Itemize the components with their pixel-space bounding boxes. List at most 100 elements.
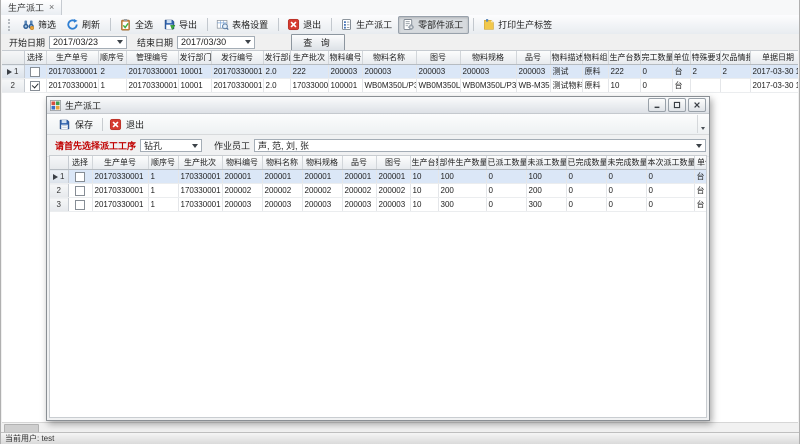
cell[interactable]: 200002: [222, 184, 262, 198]
cell[interactable]: 10: [410, 184, 438, 198]
cell[interactable]: WB0M350L/P30086: [460, 79, 516, 93]
cell[interactable]: 20170330001: [46, 65, 98, 79]
cell[interactable]: 200003: [342, 198, 376, 212]
column-header[interactable]: 图号: [376, 156, 410, 170]
cell[interactable]: 200003: [222, 198, 262, 212]
cell[interactable]: 0: [606, 184, 646, 198]
column-header[interactable]: 品号: [342, 156, 376, 170]
column-header[interactable]: 已派工数量: [486, 156, 526, 170]
cell[interactable]: 200003: [328, 65, 362, 79]
cell[interactable]: 200002: [376, 184, 410, 198]
row-header[interactable]: 2: [50, 184, 68, 198]
cell[interactable]: 台: [694, 184, 707, 198]
column-header[interactable]: 物料规格: [460, 51, 516, 65]
cell[interactable]: 0: [566, 184, 606, 198]
cell[interactable]: 原料: [582, 79, 608, 93]
column-header[interactable]: 顺序号: [148, 156, 178, 170]
cell[interactable]: 2017-03-30 13:04: [750, 79, 798, 93]
row-checkbox[interactable]: [75, 186, 85, 196]
cell[interactable]: 222: [290, 65, 328, 79]
column-header[interactable]: 物料名称: [362, 51, 416, 65]
minimize-button[interactable]: [648, 98, 666, 112]
cell[interactable]: 10001: [178, 79, 211, 93]
row-header[interactable]: 2: [2, 79, 24, 93]
column-header[interactable]: 物料规格: [302, 156, 342, 170]
column-header[interactable]: 未派工数量: [526, 156, 566, 170]
cell[interactable]: 200001: [222, 170, 262, 184]
cell[interactable]: 10001: [178, 65, 211, 79]
cell[interactable]: 台: [672, 79, 690, 93]
cell[interactable]: 台: [694, 170, 707, 184]
column-header[interactable]: 单据日期: [750, 51, 798, 65]
cell[interactable]: 测试物料: [550, 79, 582, 93]
column-header[interactable]: 管理编号: [126, 51, 178, 65]
exit-button[interactable]: 退出: [283, 16, 327, 34]
cell[interactable]: 170330001: [290, 79, 328, 93]
cell[interactable]: 100: [526, 170, 566, 184]
column-header[interactable]: 生产批次: [290, 51, 328, 65]
parts-dispatch-toggle[interactable]: 零部件派工: [398, 16, 469, 34]
cell[interactable]: 200003: [460, 65, 516, 79]
cell[interactable]: 2.0: [263, 79, 290, 93]
cell[interactable]: 20170330001: [211, 65, 263, 79]
cell[interactable]: [720, 79, 750, 93]
cell[interactable]: 300: [438, 198, 486, 212]
cell[interactable]: 2: [98, 65, 126, 79]
cell[interactable]: 170330001: [178, 184, 222, 198]
cell[interactable]: 0: [486, 184, 526, 198]
column-header[interactable]: 顺序号: [98, 51, 126, 65]
tab-close-icon[interactable]: ×: [49, 3, 54, 12]
cell[interactable]: 0: [640, 65, 672, 79]
tab-production-dispatch[interactable]: 生产派工 ×: [1, 0, 62, 15]
column-header[interactable]: 完工数量: [640, 51, 672, 65]
cell[interactable]: 20170330001: [92, 170, 148, 184]
row-header[interactable]: 1: [50, 170, 68, 184]
cell[interactable]: 0: [640, 79, 672, 93]
row-header[interactable]: 3: [50, 198, 68, 212]
operator-combo[interactable]: 声, 范, 刘, 张: [254, 139, 706, 152]
production-dispatch-toggle[interactable]: 生产派工: [336, 16, 398, 34]
row-checkbox[interactable]: [30, 67, 40, 77]
column-header[interactable]: 发行编号: [211, 51, 263, 65]
row-checkbox[interactable]: [75, 200, 85, 210]
column-header[interactable]: 物料组: [582, 51, 608, 65]
cell[interactable]: 0: [646, 198, 694, 212]
column-header[interactable]: 本次派工数量: [646, 156, 694, 170]
cell[interactable]: 10: [410, 170, 438, 184]
cell[interactable]: 10: [608, 79, 640, 93]
refresh-button[interactable]: 刷新: [62, 16, 106, 34]
cell[interactable]: WB0M350L/P30086: [362, 79, 416, 93]
column-header[interactable]: 选择: [24, 51, 46, 65]
column-header[interactable]: 生产台数: [608, 51, 640, 65]
cell[interactable]: 170330001: [178, 170, 222, 184]
dialog-titlebar[interactable]: 生产派工: [47, 97, 709, 114]
cell[interactable]: 200001: [342, 170, 376, 184]
toolbar-overflow-button[interactable]: [697, 115, 708, 133]
print-label-button[interactable]: 打印生产标签: [478, 16, 558, 34]
cell[interactable]: 100001: [328, 79, 362, 93]
column-header[interactable]: 单位: [694, 156, 707, 170]
cell[interactable]: 20170330001: [126, 65, 178, 79]
column-header[interactable]: 生产单号: [46, 51, 98, 65]
cell[interactable]: 200003: [376, 198, 410, 212]
table-settings-button[interactable]: 表格设置: [212, 16, 274, 34]
cell[interactable]: 0: [646, 170, 694, 184]
cell[interactable]: 200002: [342, 184, 376, 198]
column-header[interactable]: 特殊要求: [690, 51, 720, 65]
column-header[interactable]: 物料编号: [222, 156, 262, 170]
cell[interactable]: 200003: [516, 65, 550, 79]
cell[interactable]: 原料: [582, 65, 608, 79]
column-header[interactable]: 物料名称: [262, 156, 302, 170]
select-all-button[interactable]: 全选: [115, 16, 159, 34]
cell[interactable]: [690, 79, 720, 93]
cell[interactable]: 0: [486, 170, 526, 184]
column-header[interactable]: 欠品情报: [720, 51, 750, 65]
cell[interactable]: 200001: [262, 170, 302, 184]
cell[interactable]: 20170330001: [211, 79, 263, 93]
column-header[interactable]: 生产批次: [178, 156, 222, 170]
column-header[interactable]: 图号: [416, 51, 460, 65]
cell[interactable]: 0: [606, 170, 646, 184]
cell[interactable]: 台: [672, 65, 690, 79]
end-date-combo[interactable]: 2017/03/30: [177, 36, 255, 49]
cell[interactable]: 20170330001: [126, 79, 178, 93]
